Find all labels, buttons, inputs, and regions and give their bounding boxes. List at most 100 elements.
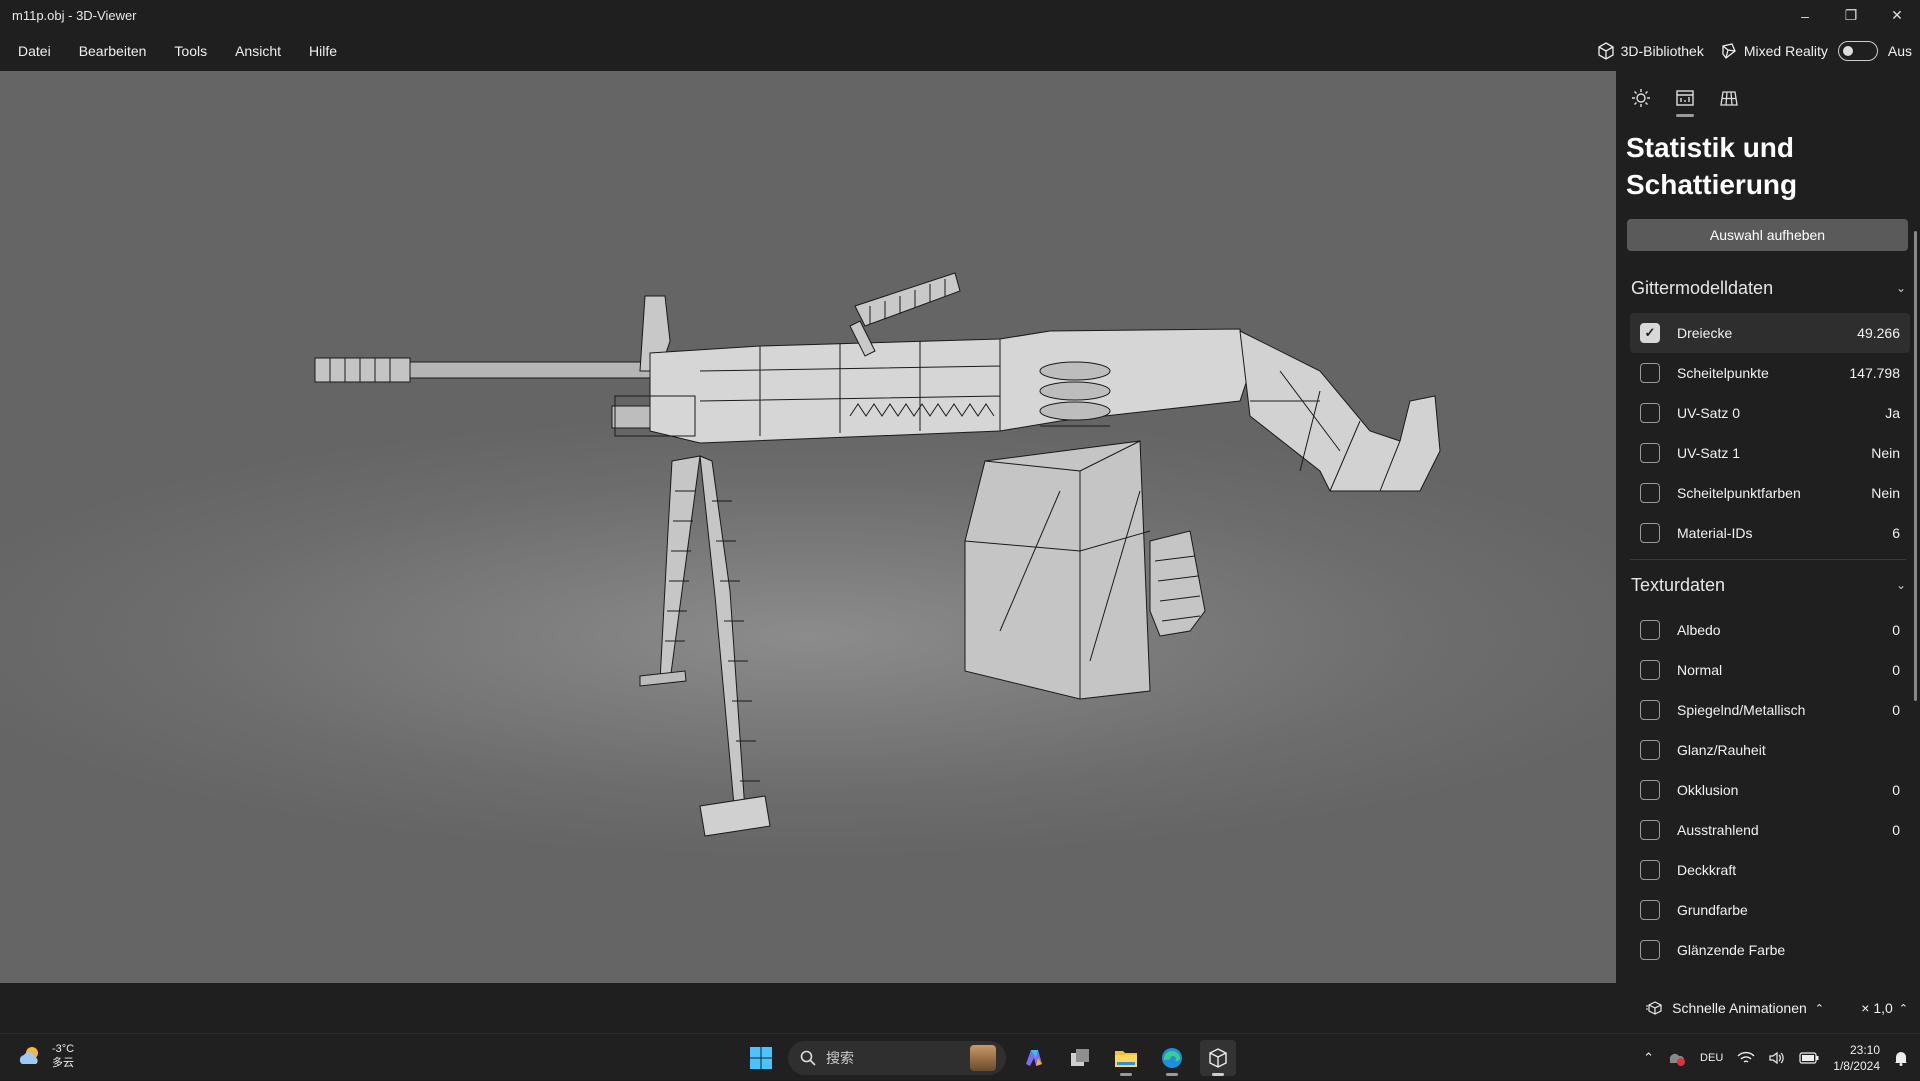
animations-button[interactable]: Schnelle Animationen ⌃ xyxy=(1646,983,1824,1033)
row-label: Glänzende Farbe xyxy=(1677,942,1786,958)
security-icon[interactable] xyxy=(1668,1050,1686,1066)
copilot-icon xyxy=(1026,1050,1042,1066)
3d-viewport[interactable] xyxy=(0,71,1616,983)
mixed-reality-icon xyxy=(1722,43,1736,59)
edge-button[interactable] xyxy=(1154,1040,1190,1076)
menu-tools[interactable]: Tools xyxy=(160,31,221,71)
row-checkbox[interactable] xyxy=(1640,403,1660,423)
texture-row[interactable]: Grundfarbe xyxy=(1630,890,1910,930)
row-checkbox[interactable] xyxy=(1640,660,1660,680)
texture-row[interactable]: Glanz/Rauheit xyxy=(1630,730,1910,770)
texture-row[interactable]: Normal 0 xyxy=(1630,650,1910,690)
row-checkbox[interactable] xyxy=(1640,740,1660,760)
maximize-button[interactable]: ❐ xyxy=(1828,0,1874,31)
3d-library-button[interactable]: 3D-Bibliothek xyxy=(1597,42,1704,60)
system-tray: ⌃ DEU 23:10 1/8/2024 xyxy=(1643,1034,1908,1081)
panel-scrollbar[interactable] xyxy=(1914,231,1917,701)
tray-overflow-icon[interactable]: ⌃ xyxy=(1643,1050,1654,1066)
tab-lighting[interactable] xyxy=(1628,85,1654,111)
speed-selector[interactable]: × 1,0 ⌃ xyxy=(1861,983,1908,1033)
panel-title: Statistik und Schattierung xyxy=(1626,132,1798,200)
menu-bearbeiten[interactable]: Bearbeiten xyxy=(65,31,161,71)
row-label: UV-Satz 1 xyxy=(1677,445,1741,461)
weather-text: 多云 xyxy=(52,1057,74,1069)
row-value: Nein xyxy=(1871,445,1900,461)
mesh-row[interactable]: UV-Satz 0 Ja xyxy=(1630,393,1910,433)
tab-statistics[interactable] xyxy=(1672,85,1698,117)
stats-icon xyxy=(1676,90,1694,106)
start-button[interactable] xyxy=(744,1041,778,1075)
mesh-row[interactable]: ✓ Dreiecke 49.266 xyxy=(1630,313,1910,353)
texture-row[interactable]: Okklusion 0 xyxy=(1630,770,1910,810)
active-indicator xyxy=(1212,1073,1224,1076)
row-label: Ausstrahlend xyxy=(1677,822,1759,838)
taskbar-search[interactable]: 搜索 xyxy=(788,1041,1006,1075)
row-checkbox[interactable] xyxy=(1640,820,1660,840)
row-checkbox[interactable] xyxy=(1640,700,1660,720)
texture-section-title: Texturdaten xyxy=(1631,574,1726,595)
time: 23:10 xyxy=(1849,1042,1880,1057)
row-checkbox[interactable] xyxy=(1640,900,1660,920)
mixed-reality-label: Mixed Reality xyxy=(1743,43,1828,59)
taskbar: -3°C 多云 搜索 ⌃ DEU 23:10 1/8/2024 xyxy=(0,1033,1920,1080)
row-checkbox[interactable]: ✓ xyxy=(1640,323,1660,343)
row-value: 0 xyxy=(1892,662,1900,678)
texture-row[interactable]: Glänzende Farbe xyxy=(1630,930,1910,970)
row-value: 49.266 xyxy=(1857,325,1900,341)
notification-bell-icon[interactable] xyxy=(1894,1050,1908,1066)
mesh-row[interactable]: UV-Satz 1 Nein xyxy=(1630,433,1910,473)
row-value: 0 xyxy=(1892,822,1900,838)
texture-row[interactable]: Deckkraft xyxy=(1630,850,1910,890)
row-value: 0 xyxy=(1892,622,1900,638)
mesh-row[interactable]: Scheitelpunkte 147.798 xyxy=(1630,353,1910,393)
texture-section-header[interactable]: Texturdaten ⌄ xyxy=(1616,560,1920,610)
texture-row[interactable]: Ausstrahlend 0 xyxy=(1630,810,1910,850)
3d-viewer-taskbar-button[interactable] xyxy=(1200,1040,1236,1076)
mesh-row[interactable]: Material-IDs 6 xyxy=(1630,513,1910,553)
mesh-section-header[interactable]: Gittermodelldaten ⌄ xyxy=(1616,263,1920,313)
mixed-reality-toggle[interactable] xyxy=(1837,41,1878,61)
task-view-icon xyxy=(1071,1049,1089,1066)
row-label: Albedo xyxy=(1677,622,1721,638)
row-checkbox[interactable] xyxy=(1640,860,1660,880)
texture-row[interactable]: Spiegelnd/Metallisch 0 xyxy=(1630,690,1910,730)
cube-icon xyxy=(1597,42,1614,60)
row-checkbox[interactable] xyxy=(1640,363,1660,383)
row-value: 0 xyxy=(1892,782,1900,798)
search-icon xyxy=(800,1050,816,1066)
row-checkbox[interactable] xyxy=(1640,940,1660,960)
row-label: UV-Satz 0 xyxy=(1677,405,1741,421)
volume-icon[interactable] xyxy=(1769,1051,1785,1065)
row-checkbox[interactable] xyxy=(1640,523,1660,543)
weather-widget[interactable]: -3°C 多云 xyxy=(16,1042,74,1070)
file-explorer-button[interactable] xyxy=(1108,1040,1144,1076)
row-checkbox[interactable] xyxy=(1640,483,1660,503)
mesh-row[interactable]: Scheitelpunktfarben Nein xyxy=(1630,473,1910,513)
grid-icon xyxy=(1720,91,1738,106)
menu-ansicht[interactable]: Ansicht xyxy=(221,31,295,71)
menu-hilfe[interactable]: Hilfe xyxy=(295,31,351,71)
minimize-button[interactable]: – xyxy=(1782,0,1828,31)
clock[interactable]: 23:10 1/8/2024 xyxy=(1833,1042,1880,1074)
close-button[interactable]: ✕ xyxy=(1874,0,1920,31)
row-checkbox[interactable] xyxy=(1640,780,1660,800)
tab-grid[interactable] xyxy=(1716,85,1742,111)
battery-icon[interactable] xyxy=(1799,1051,1819,1064)
menu-datei[interactable]: Datei xyxy=(4,31,65,71)
row-checkbox[interactable] xyxy=(1640,443,1660,463)
chevron-up-icon: ⌃ xyxy=(1898,1002,1908,1015)
task-view-button[interactable] xyxy=(1062,1040,1098,1076)
toggle-state-label: Aus xyxy=(1887,43,1912,59)
mesh-section-title: Gittermodelldaten xyxy=(1631,277,1774,298)
deselect-button[interactable]: Auswahl aufheben xyxy=(1627,219,1908,251)
wifi-icon[interactable] xyxy=(1737,1051,1755,1065)
cube-icon xyxy=(1209,1048,1227,1068)
menu-bar: Datei Bearbeiten Tools Ansicht Hilfe 3D-… xyxy=(0,31,1920,71)
row-value: Nein xyxy=(1871,485,1900,501)
row-label: Glanz/Rauheit xyxy=(1677,742,1766,758)
texture-row[interactable]: Albedo 0 xyxy=(1630,610,1910,650)
cloud-sun-icon xyxy=(19,1047,38,1064)
row-checkbox[interactable] xyxy=(1640,620,1660,640)
copilot-button[interactable] xyxy=(1016,1040,1052,1076)
input-language[interactable]: DEU xyxy=(1700,1052,1723,1064)
